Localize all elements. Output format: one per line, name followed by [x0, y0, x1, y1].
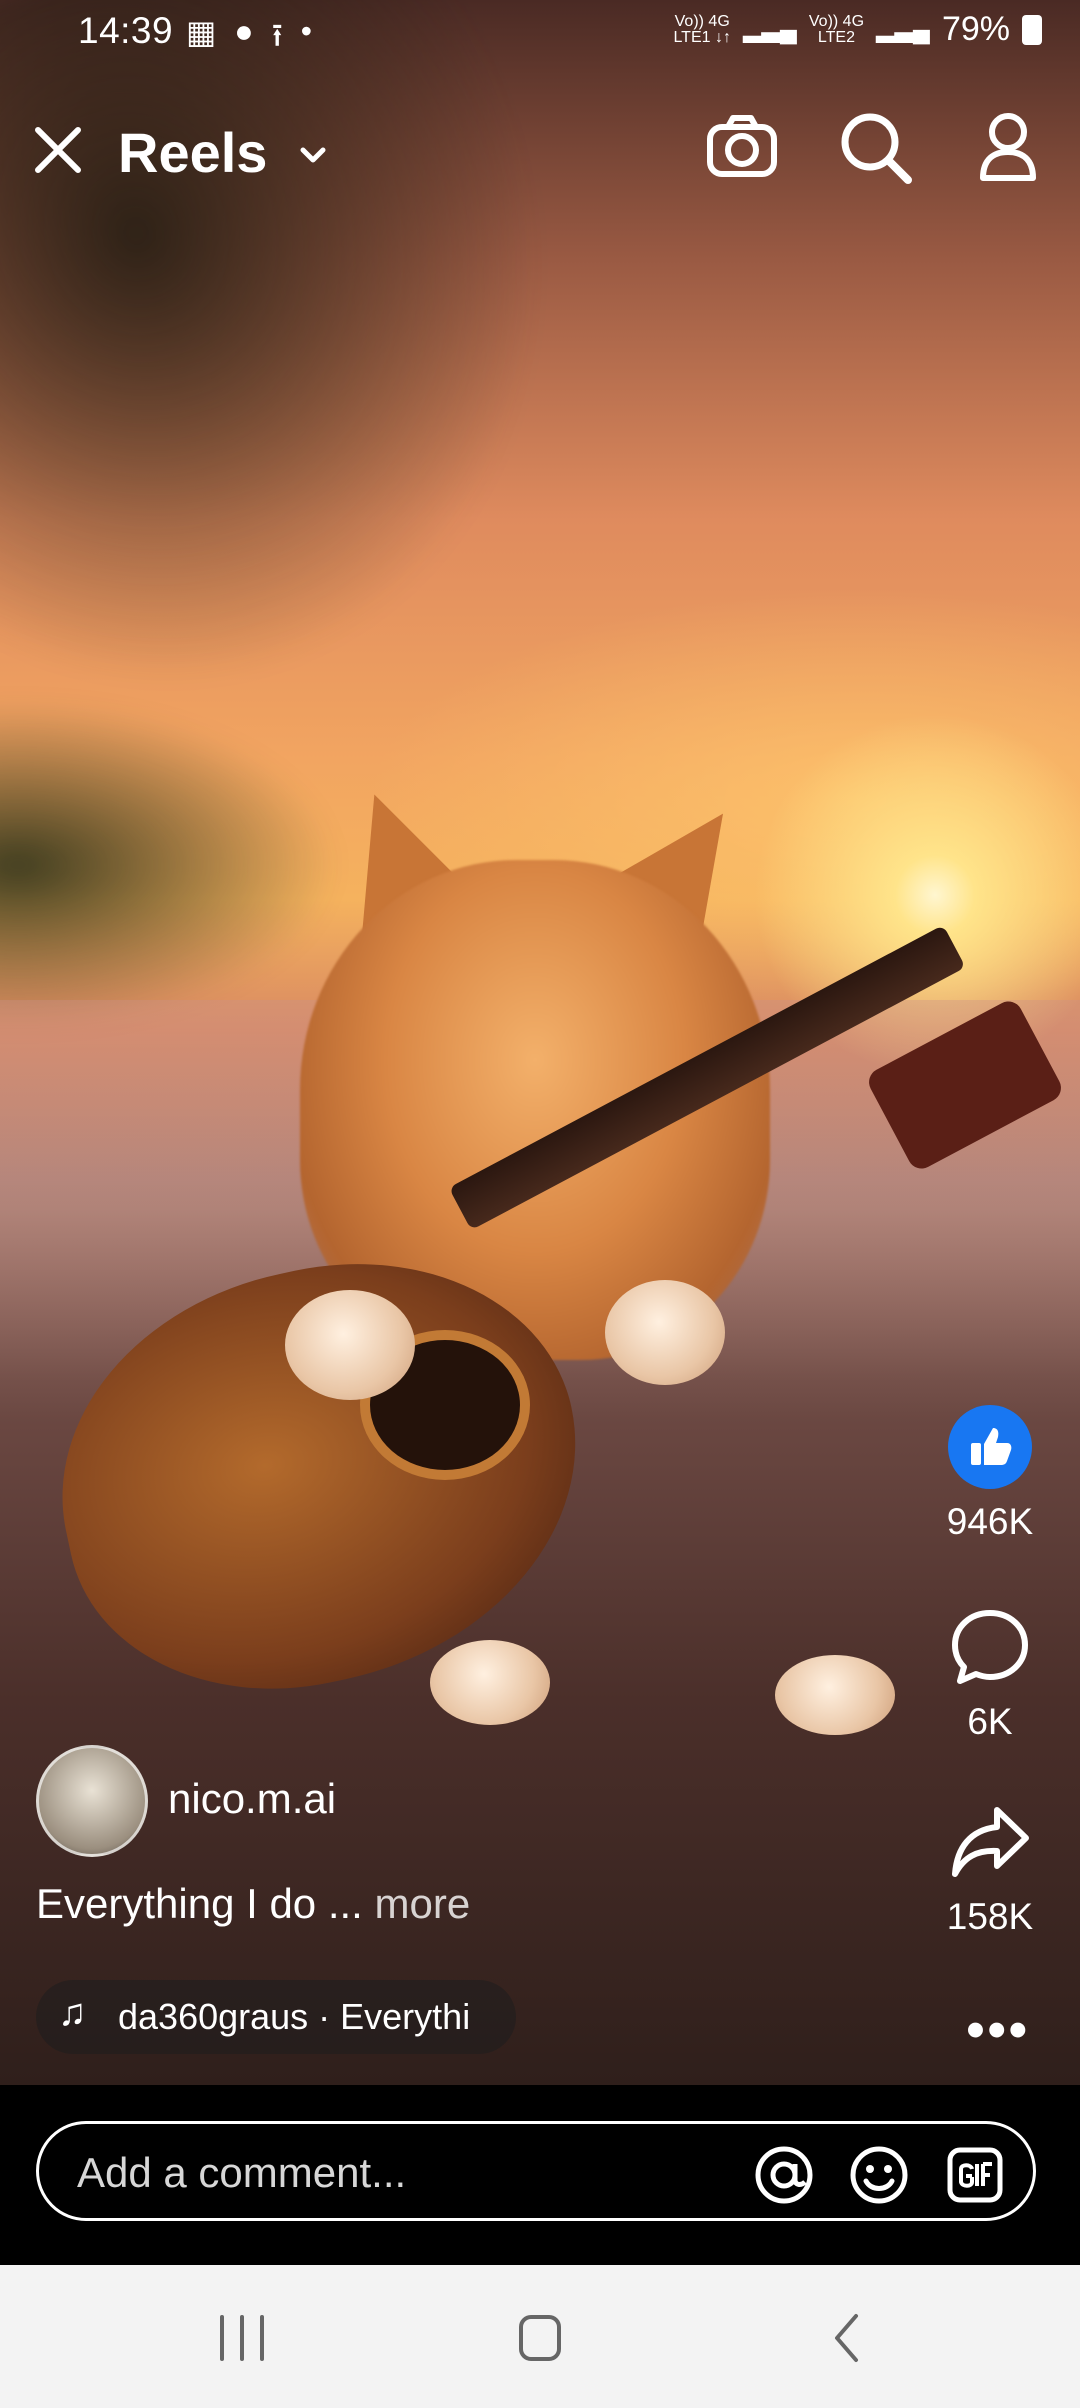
battery-icon — [1022, 14, 1042, 45]
profile-icon[interactable] — [970, 110, 1046, 186]
caption[interactable]: Everything I do ... more — [36, 1880, 470, 1928]
search-icon[interactable] — [838, 110, 914, 186]
emoji-icon[interactable] — [848, 2144, 910, 2206]
caption-text: Everything I do ... — [36, 1880, 363, 1927]
system-nav-bar — [0, 2265, 1080, 2408]
message-icon: ● — [234, 13, 254, 49]
clock: 14:39 — [78, 10, 174, 51]
calendar-icon: ▦ — [186, 14, 217, 50]
signal-icon: ▂▃▄ — [876, 16, 930, 43]
top-bar: Reels — [0, 110, 1080, 200]
avatar[interactable] — [36, 1745, 148, 1857]
caption-more-link[interactable]: more — [375, 1880, 471, 1927]
signal-icon: ▂▃▄ — [742, 16, 797, 43]
share-arrow-icon — [948, 1800, 1032, 1884]
battery-level: 79% — [941, 10, 1010, 48]
comment-placeholder: Add a comment... — [77, 2149, 407, 2196]
kitten-paw — [775, 1655, 895, 1735]
comment-input[interactable]: Add a comment... — [36, 2121, 1036, 2221]
comment-bar: Add a comment... — [0, 2085, 1080, 2265]
home-icon[interactable] — [508, 2311, 572, 2365]
upload-icon: ⭱ — [271, 17, 283, 53]
gif-icon[interactable] — [944, 2144, 1006, 2206]
status-bar: 14:39 ▦ ● ⭱ • Vo)) 4G LTE1 ↓↑ ▂▃▄ Vo)) 4… — [0, 0, 1080, 64]
username[interactable]: nico.m.ai — [168, 1775, 336, 1823]
thumbs-up-icon — [948, 1405, 1032, 1489]
sim1-indicator: Vo)) 4G LTE1 ↓↑ — [673, 12, 731, 46]
music-note-icon: ♫ — [58, 1992, 87, 2034]
share-button[interactable]: 158K — [930, 1800, 1050, 1938]
kitten-paw — [430, 1640, 550, 1725]
more-options-icon[interactable]: ••• — [966, 2000, 1030, 2060]
sim2-indicator: Vo)) 4G LTE2 — [808, 12, 865, 46]
background-foliage — [0, 700, 340, 1030]
dot-icon: • — [300, 13, 312, 49]
music-pill[interactable]: ♫ da360graus · Everythi — [36, 1980, 516, 2054]
camera-icon[interactable] — [704, 110, 780, 186]
like-button[interactable]: 946K — [930, 1405, 1050, 1543]
comment-button[interactable]: 6K — [930, 1605, 1050, 1743]
share-count: 158K — [946, 1896, 1034, 1937]
recent-apps-icon[interactable] — [210, 2311, 274, 2365]
reel-video[interactable] — [0, 0, 1080, 2085]
like-count: 946K — [946, 1501, 1034, 1542]
comment-count: 6K — [967, 1701, 1013, 1742]
page-title[interactable]: Reels — [118, 120, 267, 185]
connectivity-status: Vo)) 4G LTE1 ↓↑ ▂▃▄ Vo)) 4G LTE2 ▂▃▄ 79% — [673, 10, 1042, 49]
back-icon[interactable] — [815, 2311, 879, 2365]
notification-icons: ▦ ● ⭱ • — [186, 13, 312, 67]
music-title: da360graus · Everythi — [118, 1996, 471, 2037]
chevron-down-icon[interactable] — [296, 138, 330, 172]
comment-bubble-icon — [948, 1605, 1032, 1689]
kitten-paw — [605, 1280, 725, 1385]
kitten-paw — [285, 1290, 415, 1400]
close-icon[interactable] — [32, 124, 84, 176]
mention-icon[interactable] — [753, 2144, 815, 2206]
